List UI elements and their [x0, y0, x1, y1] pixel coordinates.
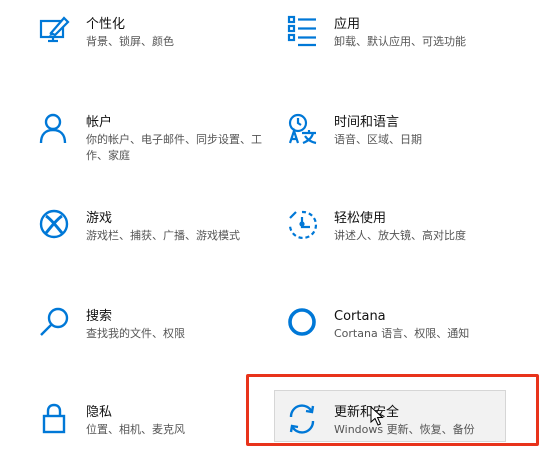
item-description: 游戏栏、捕获、广播、游戏模式	[86, 229, 240, 242]
settings-item-search[interactable]: 搜索 查找我的文件、权限	[38, 306, 278, 376]
highlight-frame	[246, 374, 539, 446]
settings-item-ease-of-access[interactable]: 轻松使用 讲述人、放大镜、高对比度	[286, 208, 526, 278]
item-title: 应用	[334, 17, 361, 32]
settings-item-privacy[interactable]: 隐私 位置、相机、麦克风	[38, 402, 278, 472]
apps-icon	[286, 14, 320, 48]
item-description: 查找我的文件、权限	[86, 327, 185, 340]
xbox-icon	[38, 208, 72, 242]
account-icon	[38, 112, 72, 146]
mouse-cursor-icon	[370, 406, 384, 426]
settings-item-time-language[interactable]: 时间和语言 语音、区域、日期	[286, 112, 526, 182]
item-title: 帐户	[86, 115, 113, 130]
item-description: 讲述人、放大镜、高对比度	[334, 229, 466, 242]
settings-item-accounts[interactable]: 帐户 你的帐户、电子邮件、同步设置、工作、家庭	[38, 112, 278, 182]
item-title: 游戏	[86, 211, 113, 226]
settings-item-apps[interactable]: 应用 卸载、默认应用、可选功能	[286, 14, 526, 84]
settings-item-cortana[interactable]: Cortana Cortana 语言、权限、通知	[286, 306, 526, 376]
item-title: 搜索	[86, 309, 113, 324]
item-description: 语音、区域、日期	[334, 133, 422, 146]
item-description: 卸载、默认应用、可选功能	[334, 35, 466, 48]
settings-item-personalization[interactable]: 个性化 背景、锁屏、颜色	[38, 14, 278, 84]
item-title: 轻松使用	[334, 211, 387, 226]
item-title: 个性化	[86, 17, 126, 32]
ease-of-access-icon	[286, 208, 320, 242]
item-title: Cortana	[334, 309, 386, 324]
item-title: 隐私	[86, 405, 113, 420]
search-icon	[38, 306, 72, 340]
item-title: 时间和语言	[334, 115, 400, 130]
cortana-icon	[286, 306, 320, 340]
item-description: Cortana 语言、权限、通知	[334, 327, 470, 340]
item-description: 背景、锁屏、颜色	[86, 35, 174, 48]
personalization-icon	[38, 14, 72, 48]
item-description: 你的帐户、电子邮件、同步设置、工作、家庭	[86, 133, 262, 162]
time-language-icon	[286, 112, 320, 146]
settings-item-gaming[interactable]: 游戏 游戏栏、捕获、广播、游戏模式	[38, 208, 278, 278]
lock-icon	[38, 402, 72, 436]
